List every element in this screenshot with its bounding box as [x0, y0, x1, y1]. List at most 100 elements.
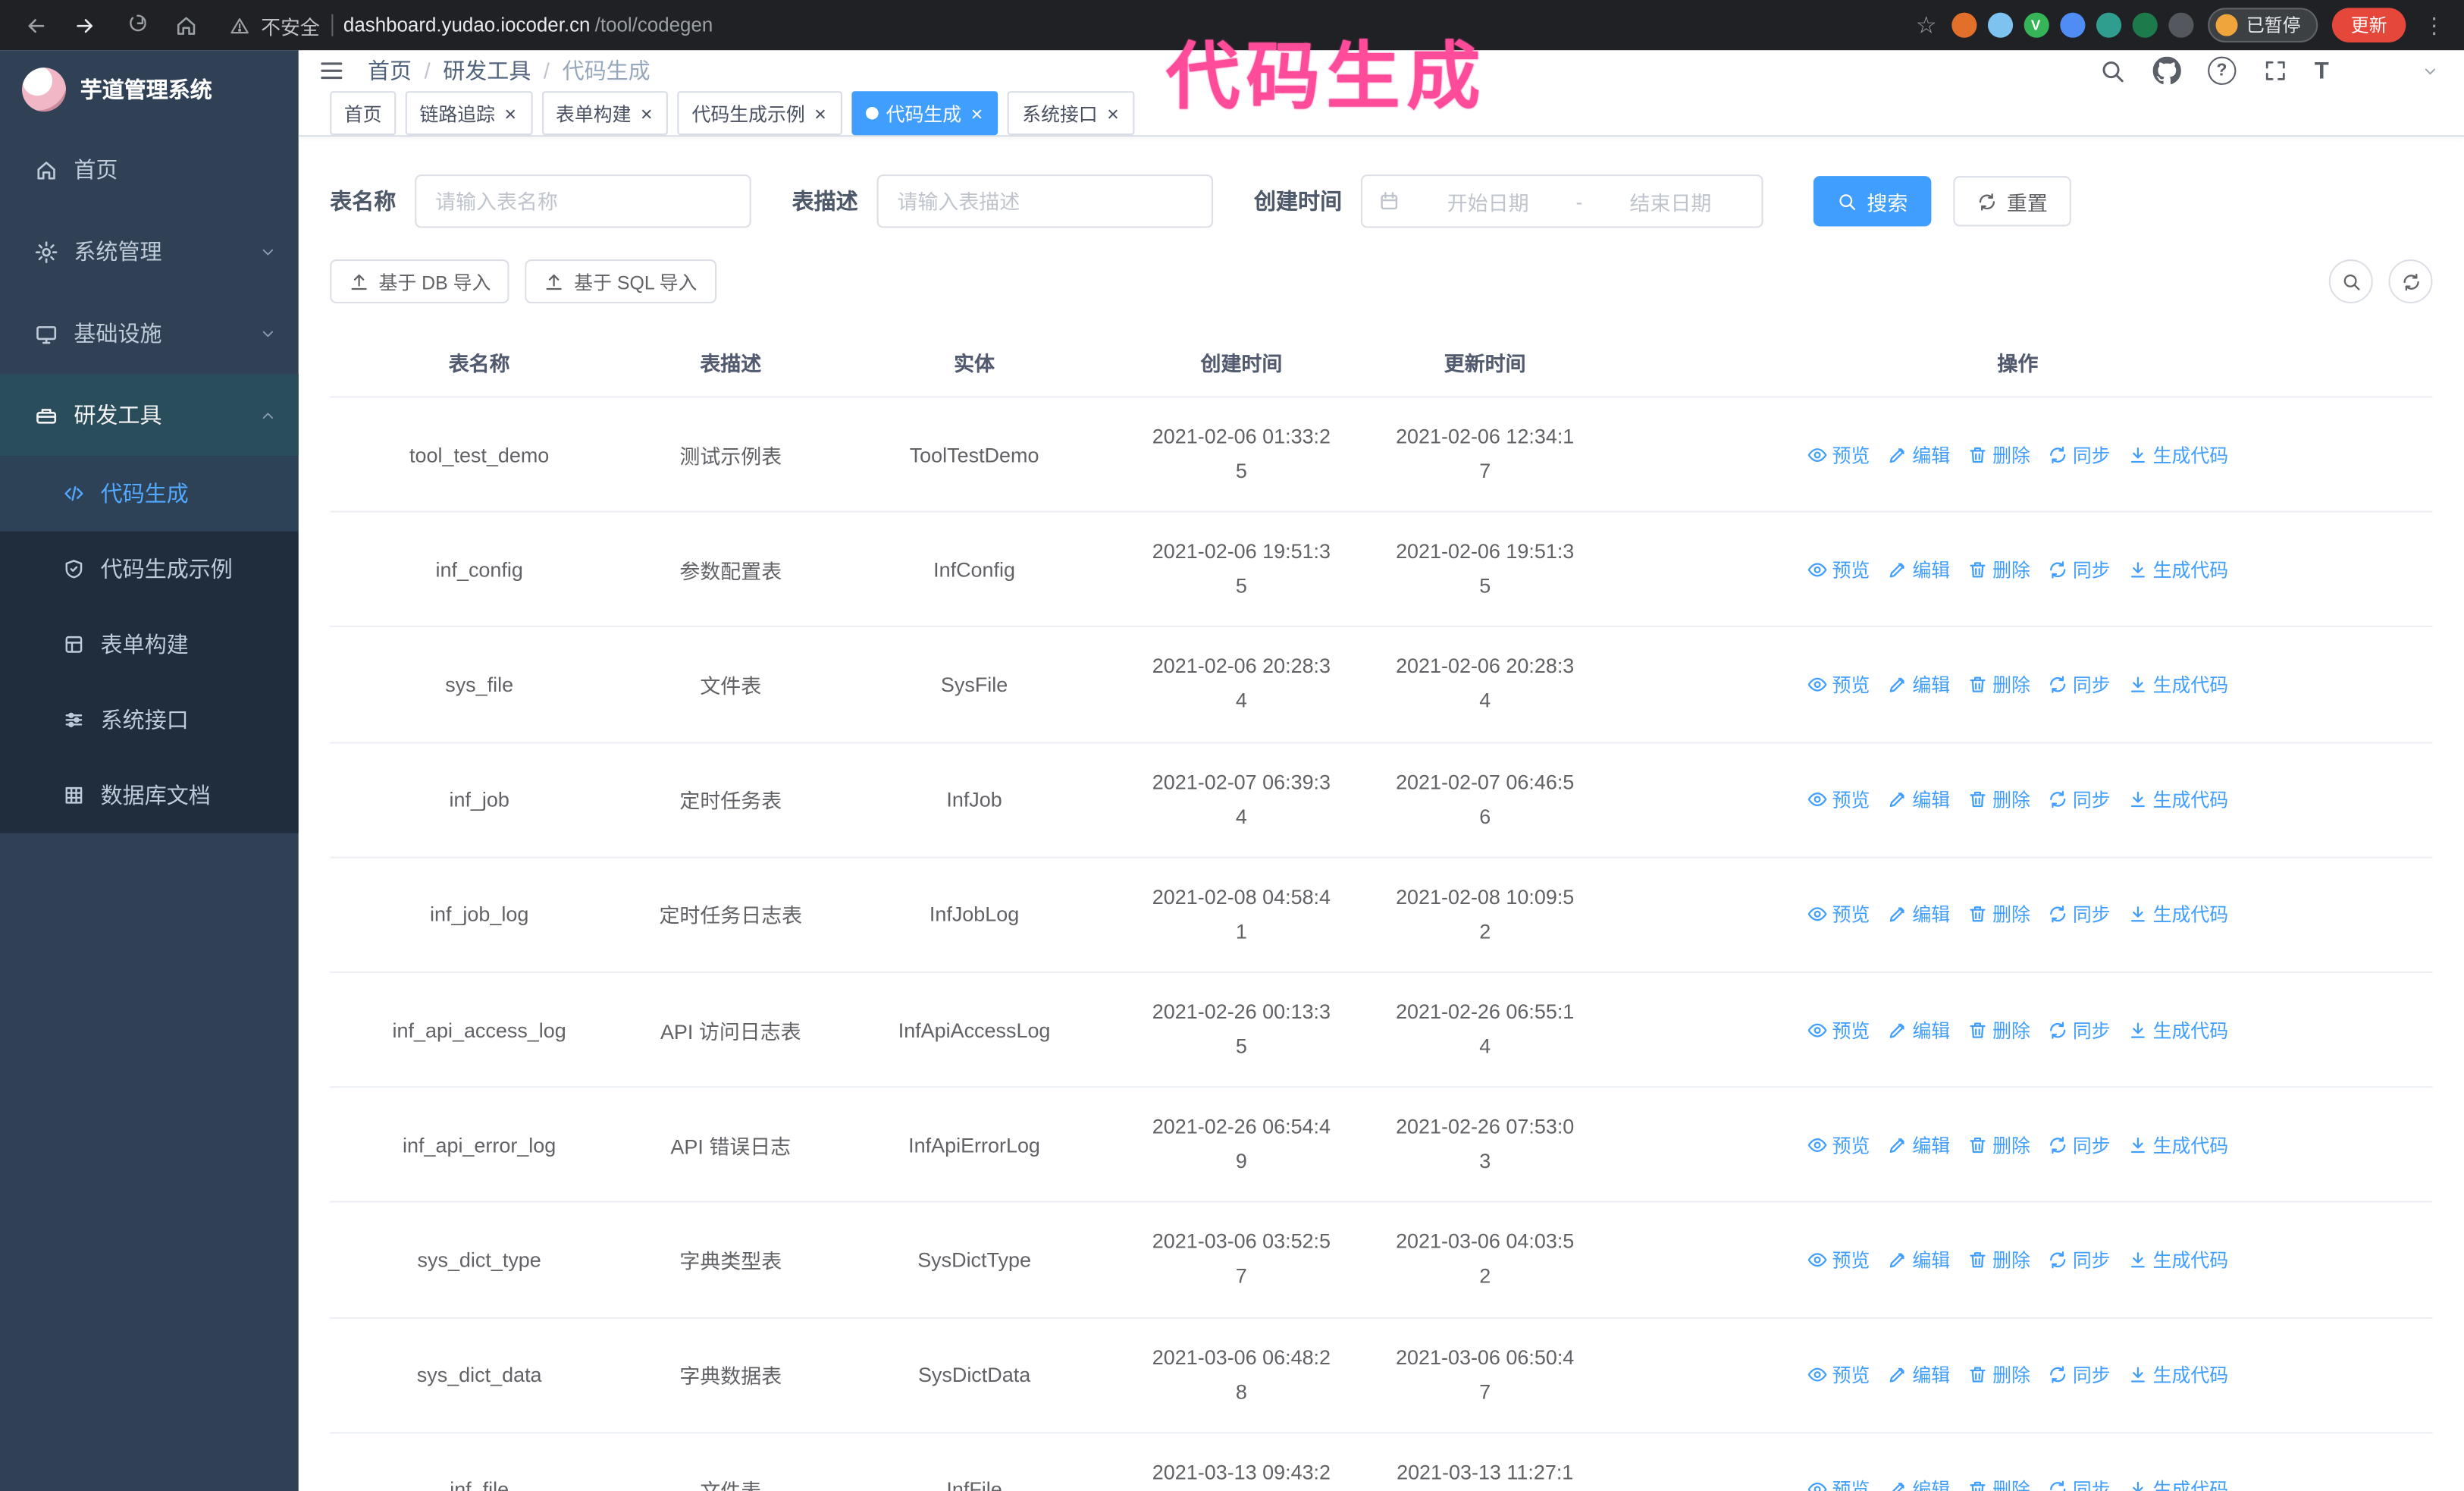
font-size-icon[interactable]: T: [2315, 58, 2329, 84]
action-sync-link[interactable]: 同步: [2048, 1477, 2111, 1491]
action-eye-link[interactable]: 预览: [1807, 441, 1870, 468]
action-eye-link[interactable]: 预览: [1807, 1477, 1870, 1491]
action-gen-link[interactable]: 生成代码: [2127, 1477, 2228, 1491]
action-trash-link[interactable]: 删除: [1967, 786, 2030, 813]
action-eye-link[interactable]: 预览: [1807, 1016, 1870, 1043]
chrome-update-button[interactable]: 更新: [2331, 8, 2406, 42]
action-eye-link[interactable]: 预览: [1807, 901, 1870, 928]
tab[interactable]: 系统接口 ×: [1008, 91, 1135, 136]
action-edit-link[interactable]: 编辑: [1887, 671, 1950, 698]
action-sync-link[interactable]: 同步: [2048, 786, 2111, 813]
address-bar[interactable]: 不安全 dashboard.yudao.iocoder.cn /tool/cod…: [217, 10, 1903, 39]
action-trash-link[interactable]: 删除: [1967, 671, 2030, 698]
browser-menu-icon[interactable]: ⋮: [2420, 12, 2448, 39]
sidebar-subitem-form[interactable]: 表单构建: [0, 607, 299, 682]
action-sync-link[interactable]: 同步: [2048, 1016, 2111, 1043]
action-gen-link[interactable]: 生成代码: [2127, 1361, 2228, 1388]
action-gen-link[interactable]: 生成代码: [2127, 556, 2228, 582]
action-gen-link[interactable]: 生成代码: [2127, 1016, 2228, 1043]
action-gen-link[interactable]: 生成代码: [2127, 901, 2228, 928]
action-sync-link[interactable]: 同步: [2048, 671, 2111, 698]
tab[interactable]: 表单构建 ×: [541, 91, 669, 136]
home-icon[interactable]: [167, 6, 205, 44]
action-edit-link[interactable]: 编辑: [1887, 556, 1950, 582]
sidebar-item-gear[interactable]: 系统管理: [0, 211, 299, 293]
fullscreen-icon[interactable]: [2262, 58, 2287, 83]
tab[interactable]: 链路追踪 ×: [405, 91, 532, 136]
sidebar-subitem-code[interactable]: 代码生成: [0, 456, 299, 532]
chevron-down-icon[interactable]: [2422, 62, 2439, 80]
action-edit-link[interactable]: 编辑: [1887, 1477, 1950, 1491]
close-icon[interactable]: ×: [639, 103, 654, 124]
profile-paused-badge[interactable]: 已暂停: [2207, 8, 2318, 42]
extension-teal-icon[interactable]: [2095, 12, 2121, 38]
tab[interactable]: 代码生成示例 ×: [677, 91, 842, 136]
action-eye-link[interactable]: 预览: [1807, 1361, 1870, 1388]
action-eye-link[interactable]: 预览: [1807, 786, 1870, 813]
close-icon[interactable]: ×: [1105, 103, 1121, 124]
back-icon[interactable]: [16, 6, 54, 44]
close-icon[interactable]: ×: [503, 103, 518, 124]
action-edit-link[interactable]: 编辑: [1887, 441, 1950, 468]
action-gen-link[interactable]: 生成代码: [2127, 441, 2228, 468]
close-icon[interactable]: ×: [813, 103, 828, 124]
create-time-range-picker[interactable]: 开始日期 - 结束日期: [1360, 174, 1763, 228]
tab[interactable]: 代码生成 ×: [851, 91, 999, 136]
import-db-button[interactable]: 基于 DB 导入: [330, 259, 510, 304]
action-edit-link[interactable]: 编辑: [1887, 901, 1950, 928]
breadcrumb-home[interactable]: 首页: [368, 55, 412, 86]
tab[interactable]: 首页: [330, 91, 397, 136]
action-trash-link[interactable]: 删除: [1967, 1246, 2030, 1273]
breadcrumb-tools[interactable]: 研发工具: [443, 55, 531, 86]
action-trash-link[interactable]: 删除: [1967, 1016, 2030, 1043]
action-sync-link[interactable]: 同步: [2048, 1246, 2111, 1273]
action-sync-link[interactable]: 同步: [2048, 1361, 2111, 1388]
action-edit-link[interactable]: 编辑: [1887, 1246, 1950, 1273]
reload-icon[interactable]: [116, 6, 154, 44]
action-gen-link[interactable]: 生成代码: [2127, 786, 2228, 813]
sidebar-subitem-shield[interactable]: 代码生成示例: [0, 532, 299, 607]
bookmark-star-icon[interactable]: ☆: [1916, 14, 1937, 37]
sidebar-subitem-grid[interactable]: 数据库文档: [0, 758, 299, 833]
action-sync-link[interactable]: 同步: [2048, 441, 2111, 468]
table-name-input[interactable]: [415, 174, 751, 228]
action-trash-link[interactable]: 删除: [1967, 1361, 2030, 1388]
extension-dark-icon[interactable]: [2168, 12, 2193, 38]
action-edit-link[interactable]: 编辑: [1887, 786, 1950, 813]
action-edit-link[interactable]: 编辑: [1887, 1132, 1950, 1158]
action-eye-link[interactable]: 预览: [1807, 1246, 1870, 1273]
action-gen-link[interactable]: 生成代码: [2127, 1132, 2228, 1158]
action-trash-link[interactable]: 删除: [1967, 1477, 2030, 1491]
action-trash-link[interactable]: 删除: [1967, 556, 2030, 582]
github-icon[interactable]: [2152, 57, 2180, 85]
action-eye-link[interactable]: 预览: [1807, 556, 1870, 582]
sidebar-item-monitor[interactable]: 基础设施: [0, 293, 299, 375]
close-icon[interactable]: ×: [970, 103, 985, 124]
action-gen-link[interactable]: 生成代码: [2127, 671, 2228, 698]
reset-button[interactable]: 重置: [1953, 176, 2071, 227]
hamburger-icon[interactable]: [318, 57, 346, 85]
sidebar-subitem-sliders[interactable]: 系统接口: [0, 683, 299, 758]
import-sql-button[interactable]: 基于 SQL 导入: [525, 259, 716, 304]
search-icon[interactable]: [2099, 58, 2126, 84]
action-trash-link[interactable]: 删除: [1967, 901, 2030, 928]
user-avatar[interactable]: [2354, 50, 2395, 91]
action-sync-link[interactable]: 同步: [2048, 1132, 2111, 1158]
extension-lightblue-icon[interactable]: [1986, 12, 2013, 38]
action-eye-link[interactable]: 预览: [1807, 1132, 1870, 1158]
action-sync-link[interactable]: 同步: [2048, 556, 2111, 582]
extension-green-check-icon[interactable]: V: [2023, 12, 2049, 38]
forward-icon[interactable]: [66, 6, 104, 44]
toggle-search-button[interactable]: [2328, 259, 2373, 304]
action-trash-link[interactable]: 删除: [1967, 1132, 2030, 1158]
refresh-table-button[interactable]: [2388, 259, 2433, 304]
action-edit-link[interactable]: 编辑: [1887, 1361, 1950, 1388]
app-logo[interactable]: 芋道管理系统: [0, 50, 299, 129]
extension-blue-users-icon[interactable]: [2059, 12, 2085, 38]
sidebar-item-tools[interactable]: 研发工具: [0, 374, 299, 457]
action-eye-link[interactable]: 预览: [1807, 671, 1870, 698]
help-icon[interactable]: ?: [2207, 56, 2237, 85]
action-gen-link[interactable]: 生成代码: [2127, 1246, 2228, 1273]
action-edit-link[interactable]: 编辑: [1887, 1016, 1950, 1043]
sidebar-item-home[interactable]: 首页: [0, 129, 299, 211]
